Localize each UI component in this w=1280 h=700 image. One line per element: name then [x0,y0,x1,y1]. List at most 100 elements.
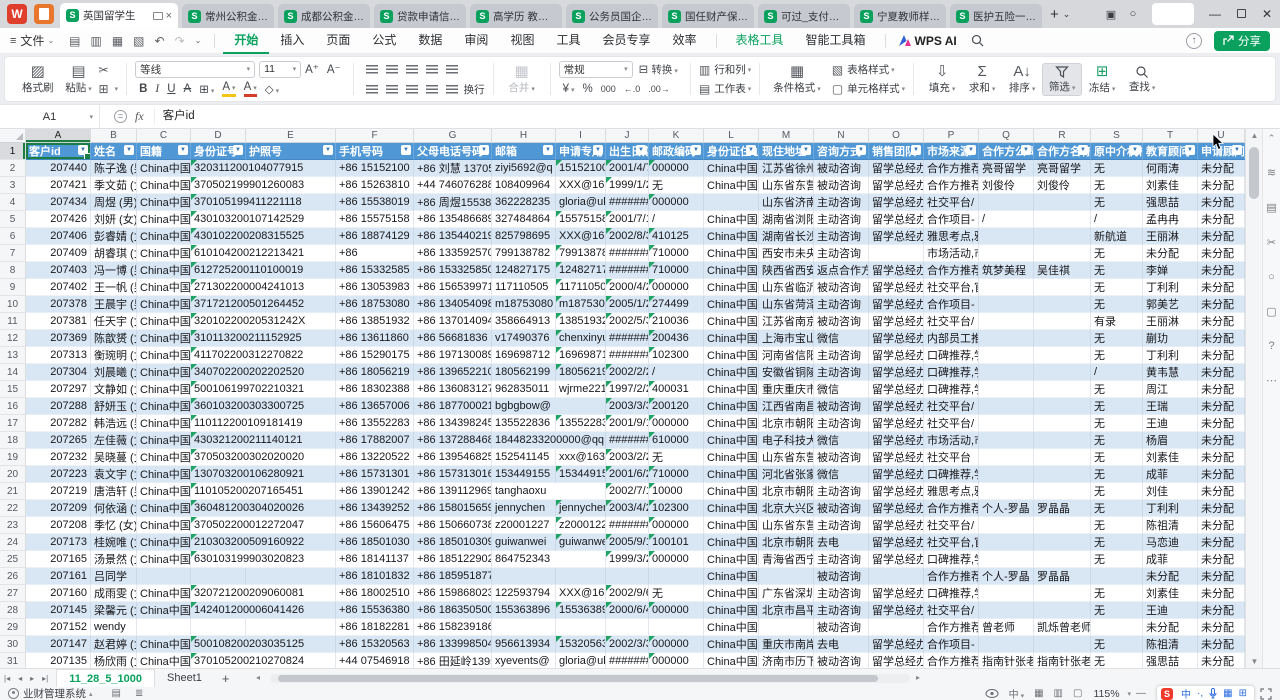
cell[interactable]: 左佳薇 (女 [91,432,137,449]
row-header[interactable]: 3 [0,177,26,194]
cell[interactable]: 000000 [649,636,704,653]
filter-button[interactable]: 筛选▾ [1042,63,1082,96]
cell[interactable] [606,568,649,585]
filter-dropdown-icon[interactable]: ▼ [233,145,243,155]
cell[interactable]: 102300 [649,500,704,517]
cell[interactable]: 169698712 [492,347,556,364]
cell[interactable]: China中国 [137,653,191,668]
cell[interactable]: +86 刘慧 137052 [414,160,492,177]
cell[interactable]: 被动咨询 [814,619,869,636]
cell[interactable]: 主动咨询 [814,551,869,568]
ribbon-tab-工具[interactable]: 工具 [545,28,591,54]
cell[interactable]: 135522836 [556,415,606,432]
filter-dropdown-icon[interactable]: ▼ [78,145,88,155]
cell[interactable]: 799138782 [556,245,606,262]
worksheet-button[interactable]: ▤ 工作表▾ [699,79,751,98]
cell[interactable]: 无 [1091,449,1143,466]
rows-cols-button[interactable]: ▥ 行和列▾ [699,60,751,79]
cell[interactable]: ######## [606,262,649,279]
cell[interactable]: gloria@uki [556,194,606,211]
cell[interactable]: 北京市朝阳 [759,483,814,500]
cell[interactable]: +86 13053983 [336,279,414,296]
filter-dropdown-icon[interactable]: ▼ [124,145,134,155]
cut-button[interactable]: ✂ [99,60,119,79]
align-top-icon[interactable] [366,65,378,74]
cell[interactable]: 207402 [26,279,91,296]
cell[interactable]: China中国 [137,415,191,432]
cell[interactable]: 筑梦美程 [979,262,1034,279]
save-icon[interactable]: ▤ [69,34,80,48]
cell-style-button[interactable]: ▢ 单元格样式▾ [832,79,905,98]
header-cell[interactable]: 姓名▼ [91,143,137,160]
font-color-button[interactable]: A▾ [244,82,257,97]
cell[interactable]: tanghaoxu [492,483,556,500]
align-center-icon[interactable] [386,85,398,94]
cell[interactable]: 411702200312270822 [191,347,246,364]
cell[interactable]: 湖南省长沙 [759,228,814,245]
upload-cloud-icon[interactable]: ↑ [1186,33,1202,49]
cell[interactable] [979,330,1034,347]
cell[interactable]: / [979,211,1034,228]
cell[interactable]: China中国 [704,415,759,432]
column-header-G[interactable]: G [414,129,492,143]
cell[interactable] [1034,296,1091,313]
column-header-Q[interactable]: Q [979,129,1034,143]
cell[interactable]: 825798695 [492,228,556,245]
cell[interactable]: 社交平台/ [924,517,979,534]
fullscreen-icon[interactable] [1260,688,1272,700]
row-header[interactable]: 28 [0,602,26,619]
cell[interactable]: 207434 [26,194,91,211]
cell[interactable]: 610000 [649,432,704,449]
cell[interactable]: +86 15290175 [336,347,414,364]
cell[interactable] [979,636,1034,653]
cell[interactable]: +86 1343982452 [414,415,492,432]
cell[interactable]: 社交平台/ [924,602,979,619]
cell[interactable]: 山东省菏泽 [759,296,814,313]
cell[interactable]: 000000 [649,415,704,432]
cell[interactable]: 留学总经办 [869,636,924,653]
cell[interactable]: 2003/2/2 [606,449,649,466]
cell[interactable]: China中国 [137,194,191,211]
cell[interactable] [979,517,1034,534]
wps-logo-icon[interactable]: W [7,4,27,24]
cell[interactable]: 合作方推荐 [924,653,979,668]
cell[interactable]: 凯烁曾老师 [1034,619,1091,636]
justify-icon[interactable] [426,85,438,94]
first-sheet-icon[interactable]: |◂ [4,674,10,683]
cell[interactable]: China中国 [704,466,759,483]
cell[interactable]: 合作方推荐 [924,500,979,517]
header-cell[interactable]: 手机号码▼ [336,143,414,160]
column-header-L[interactable]: L [704,129,759,143]
filter-dropdown-icon[interactable]: ▼ [636,145,646,155]
cell[interactable]: China中国 [704,551,759,568]
cell[interactable]: +86 13657006 [336,398,414,415]
align-left-icon[interactable] [366,85,378,94]
header-cell[interactable]: 销售团队▼ [869,143,924,160]
cell[interactable] [979,364,1034,381]
filter-dropdown-icon[interactable]: ▼ [1232,145,1242,155]
cell[interactable]: 无 [1091,398,1143,415]
cell[interactable] [869,619,924,636]
cell[interactable]: 无 [1091,653,1143,668]
document-tab[interactable]: S贷款申请信息.xlsx [374,4,466,28]
cell[interactable]: ######## [606,517,649,534]
cell[interactable]: 207378 [26,296,91,313]
cell[interactable]: 000000 [649,653,704,668]
percent-icon[interactable]: % [583,83,593,95]
header-cell[interactable]: 咨询方式▼ [814,143,869,160]
cell[interactable]: 未分配 [1198,381,1245,398]
cell[interactable]: 710000 [649,466,704,483]
cell[interactable]: 151521001 [556,160,606,177]
cell[interactable] [1034,279,1091,296]
cell[interactable]: 蒯玏 [1143,330,1198,347]
cell[interactable]: 主动咨询 [814,296,869,313]
increase-font-icon[interactable]: A⁺ [305,62,319,76]
bold-button[interactable]: B [139,83,147,95]
cell[interactable]: +86 13851932 [336,313,414,330]
cell[interactable]: xyevents@ [492,653,556,668]
cell[interactable]: 无 [1091,432,1143,449]
cell[interactable]: 360481200304020026 [191,500,246,517]
cell[interactable]: 207288 [26,398,91,415]
cell[interactable]: 320311200104077915 [191,160,246,177]
cell[interactable]: 无 [1091,279,1143,296]
